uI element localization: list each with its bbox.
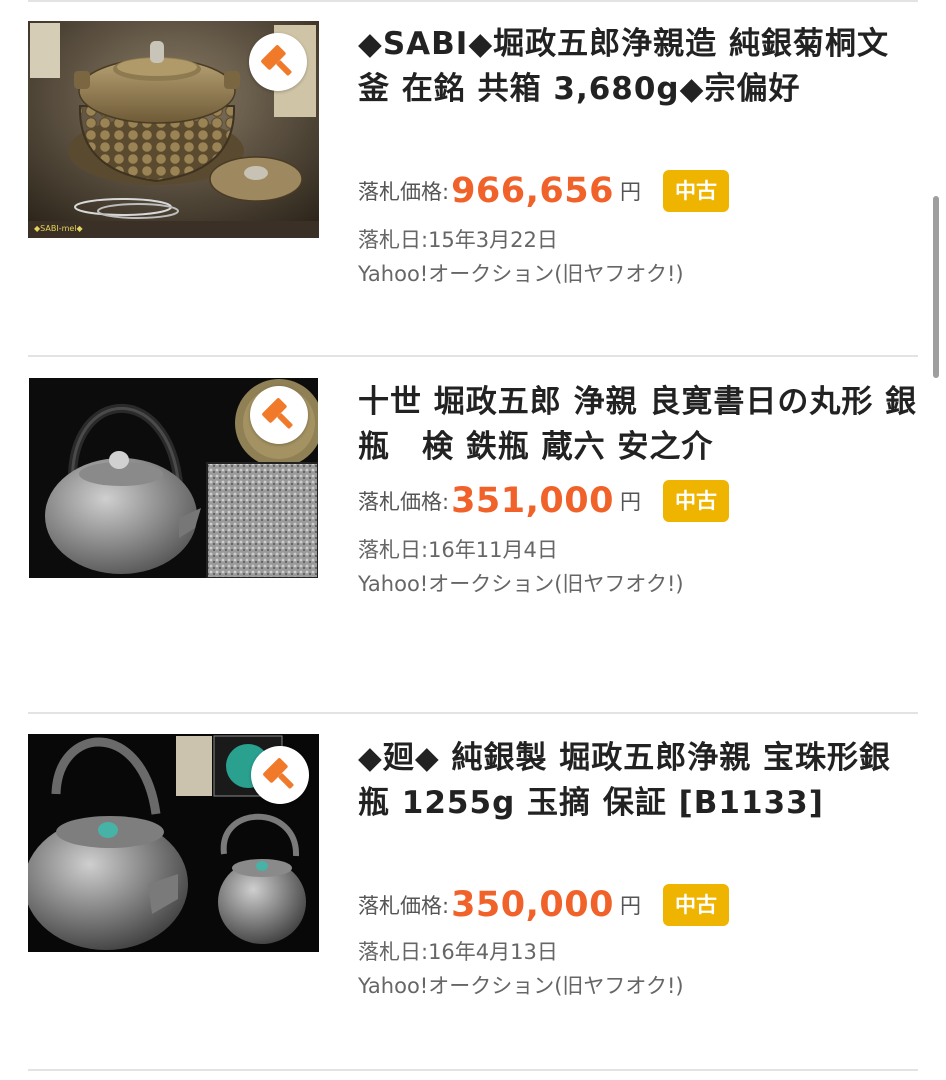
sold-date: 落札日:16年11月4日 [358,538,558,562]
price-label: 落札価格: [358,180,450,204]
item-thumbnail[interactable]: ◆SABI-mel◆ [28,21,319,238]
price-label: 落札価格: [358,894,450,918]
item-thumbnail[interactable] [29,378,318,578]
condition-badge: 中古 [663,480,729,522]
item-thumbnail[interactable] [28,734,319,952]
item-title[interactable]: ◆廻◆ 純銀製 堀政五郎浄親 宝珠形銀瓶 1255g 玉摘 保証 [B1133] [358,736,918,826]
price-unit: 円 [620,180,641,204]
auction-source: Yahoo!オークション(旧ヤフオク!) [358,572,684,596]
price-row: 落札価格: 351,000 円 中古 [358,477,729,525]
price-value: 966,656 [451,171,614,211]
price-row: 落札価格: 350,000 円 中古 [358,881,729,929]
result-card-2[interactable]: 十世 堀政五郎 浄親 良寛書日の丸形 銀瓶 検 鉄瓶 蔵六 安之介 落札価格: … [0,357,946,712]
price-unit: 円 [620,490,641,514]
item-title[interactable]: ◆SABI◆堀政五郎浄親造 純銀菊桐文釜 在銘 共箱 3,680g◆宗偏好 [358,22,918,112]
condition-badge: 中古 [663,884,729,926]
auction-gavel-icon [250,386,308,444]
item-title[interactable]: 十世 堀政五郎 浄親 良寛書日の丸形 銀瓶 検 鉄瓶 蔵六 安之介 [358,380,918,470]
auction-gavel-icon [251,746,309,804]
auction-gavel-icon [249,33,307,91]
scrollbar[interactable] [933,196,939,378]
divider [28,1069,918,1071]
sold-date: 落札日:16年4月13日 [358,940,558,964]
result-card-1[interactable]: ◆SABI-mel◆ ◆SABI◆堀政五郎浄親造 純銀菊桐文釜 在銘 共箱 3,… [0,0,946,356]
sold-date: 落札日:15年3月22日 [358,228,558,252]
price-row: 落札価格: 966,656 円 中古 [358,167,729,215]
auction-source: Yahoo!オークション(旧ヤフオク!) [358,974,684,998]
price-value: 350,000 [451,885,614,925]
price-label: 落札価格: [358,490,450,514]
condition-badge: 中古 [663,170,729,212]
price-unit: 円 [620,894,641,918]
result-card-3[interactable]: ◆廻◆ 純銀製 堀政五郎浄親 宝珠形銀瓶 1255g 玉摘 保証 [B1133]… [0,714,946,1069]
auction-source: Yahoo!オークション(旧ヤフオク!) [358,262,684,286]
thumb-caption: ◆SABI-mel◆ [34,224,84,233]
price-value: 351,000 [451,481,614,521]
